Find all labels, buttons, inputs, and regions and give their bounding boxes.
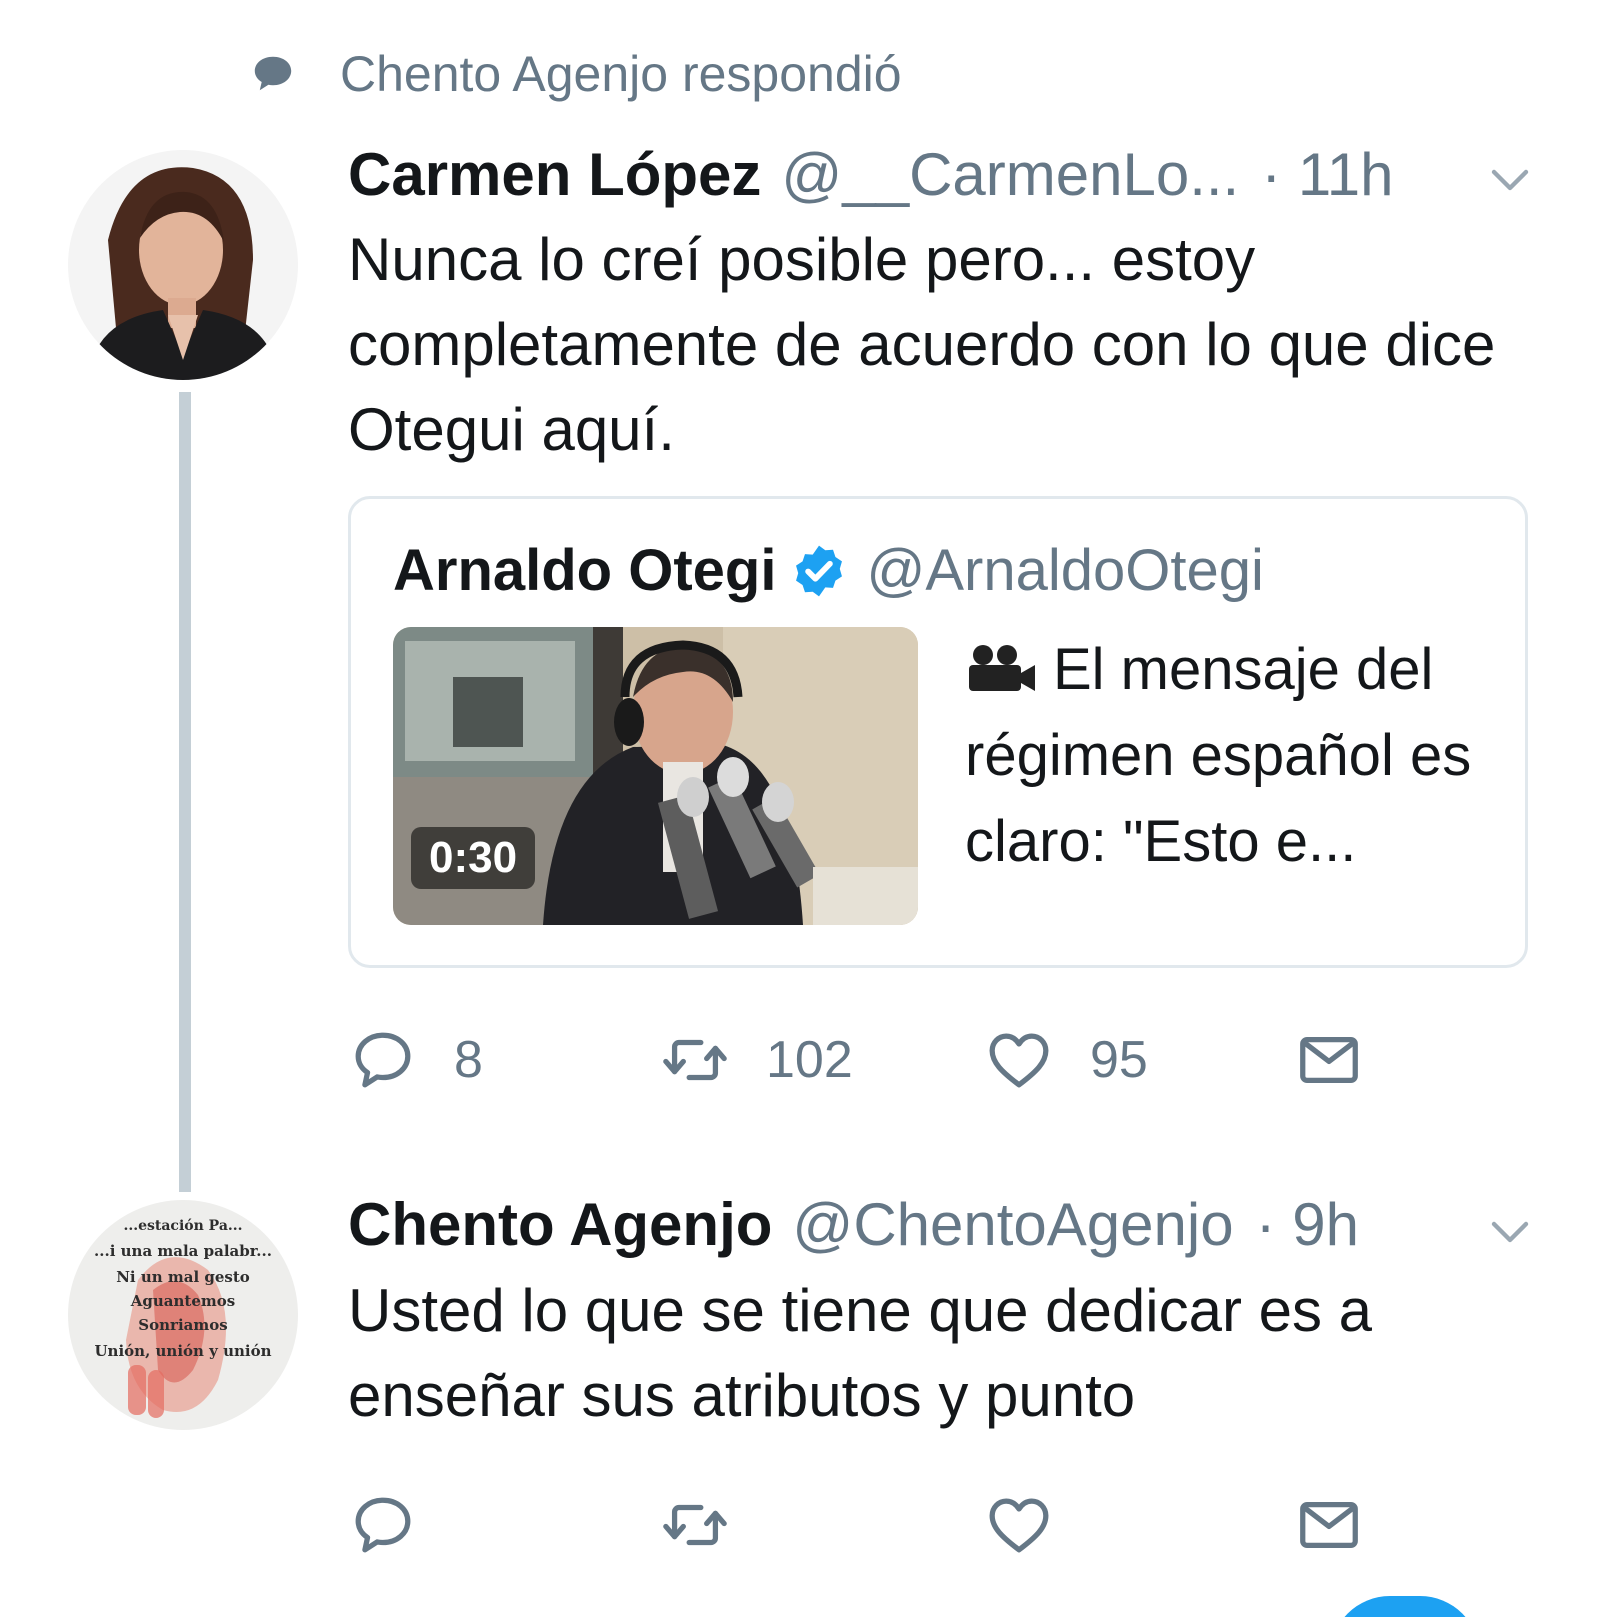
envelope-icon [1300,1501,1358,1549]
reply-context-text: Chento Agenjo respondió [340,46,902,102]
quoted-tweet-text: El mensaje del régimen español es claro:… [965,627,1505,885]
retweet-count: 102 [766,1031,853,1089]
author-handle[interactable]: @ChentoAgenjo [792,1190,1233,1259]
speech-bubble-icon [254,56,292,91]
quoted-tweet-card[interactable]: Arnaldo Otegi @ArnaldoOtegi 0:30 El mens… [348,496,1528,968]
retweet-icon [663,1039,727,1081]
quoted-tweet-header: Arnaldo Otegi @ArnaldoOtegi [393,537,1264,604]
retweet-icon [663,1504,727,1546]
verified-badge-icon [796,545,843,596]
retweet-button[interactable] [660,1485,730,1565]
reply-button[interactable] [348,1485,418,1565]
reply-context[interactable]: Chento Agenjo respondió [250,44,902,104]
direct-message-button[interactable] [1294,1485,1364,1565]
reply-count: 8 [454,1031,483,1089]
compose-tweet-button[interactable] [1330,1596,1480,1617]
quoted-author-handle: @ArnaldoOtegi [866,538,1264,603]
author-handle[interactable]: @__CarmenLo... [781,140,1239,209]
avatar-text-line-1: ...estación Pa... [123,1218,242,1234]
envelope-icon [1300,1036,1358,1084]
quoted-author-name: Arnaldo Otegi [393,538,777,603]
avatar-text-line-2: ...i una mala palabr... [94,1242,272,1260]
heart-icon [989,1033,1049,1088]
tweet-actions [348,1485,1408,1565]
tweet-text: Usted lo que se tiene que dedicar es a e… [348,1277,1373,1429]
tweet-timestamp[interactable]: · 9h [1256,1190,1359,1259]
tweet-header: Chento Agenjo @ChentoAgenjo · 9h [348,1190,1359,1259]
quoted-tweet-text-content: El mensaje del régimen español es claro:… [965,637,1472,874]
chevron-down-icon[interactable] [1486,156,1534,204]
heart-icon [989,1498,1049,1553]
like-button[interactable]: 95 [984,1020,1148,1100]
reply-button[interactable]: 8 [348,1020,483,1100]
thread-connector-line [179,392,191,1192]
tweet-header: Carmen López @__CarmenLo... · 11h [348,140,1394,209]
reply-icon [355,1032,411,1088]
like-button[interactable] [984,1485,1054,1565]
avatar-text-line-5: Sonriamos [138,1316,227,1334]
tweet-timestamp[interactable]: · 11h [1261,140,1393,209]
tweet-text: Nunca lo creí posible pero... estoy comp… [348,226,1496,463]
chevron-down-icon[interactable] [1486,1208,1534,1256]
tweet-actions: 8 102 95 [348,1020,1408,1100]
movie-camera-icon [969,645,1035,691]
direct-message-button[interactable] [1294,1020,1364,1100]
avatar-text-line-3: Ni un mal gesto [116,1268,250,1286]
avatar-chento-agenjo[interactable]: ...estación Pa... ...i una mala palabr..… [68,1200,298,1430]
author-name[interactable]: Chento Agenjo [348,1190,772,1259]
like-count: 95 [1090,1031,1148,1089]
video-duration: 0:30 [411,827,536,889]
author-name[interactable]: Carmen López [348,140,761,209]
video-thumbnail[interactable]: 0:30 [393,627,918,925]
reply-icon [355,1497,411,1553]
avatar-text-line-4: Aguantemos [130,1292,235,1310]
avatar-carmen-lopez[interactable] [68,150,298,380]
avatar-text-line-6: Unión, unión y unión [94,1342,271,1360]
retweet-button[interactable]: 102 [660,1020,853,1100]
